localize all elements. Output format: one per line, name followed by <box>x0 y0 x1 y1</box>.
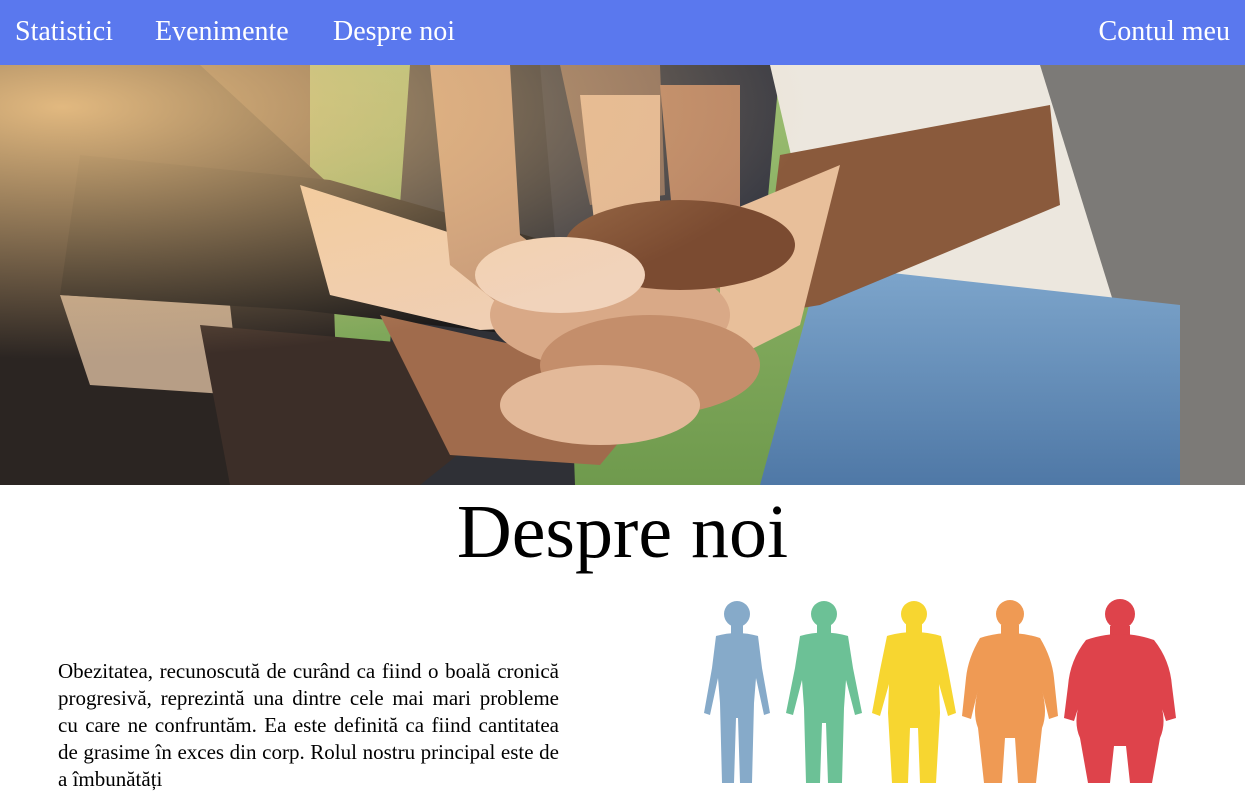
figure-overweight-green <box>786 601 862 783</box>
nav-link-statistici[interactable]: Statistici <box>15 14 113 50</box>
hero-image-hands-together <box>0 65 1245 485</box>
top-navbar: Statistici Evenimente Despre noi Contul … <box>0 0 1245 65</box>
nav-link-contul-meu[interactable]: Contul meu <box>1099 14 1230 50</box>
page-title: Despre noi <box>456 490 789 574</box>
intro-paragraph: Obezitatea, recunoscută de curând ca fii… <box>58 659 559 791</box>
figure-obese1-yellow <box>872 601 956 783</box>
nav-link-evenimente[interactable]: Evenimente <box>155 14 289 50</box>
figure-normal-blue <box>704 601 770 783</box>
figure-obese3-red <box>1064 599 1176 783</box>
figure-obese2-orange <box>962 600 1058 783</box>
nav-link-despre-noi[interactable]: Despre noi <box>333 14 455 50</box>
body-weight-figures-illustration <box>690 598 1190 783</box>
